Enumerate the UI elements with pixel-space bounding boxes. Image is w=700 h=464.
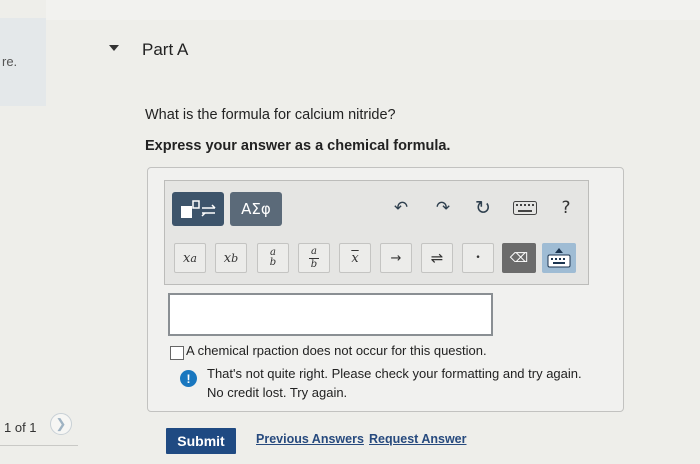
submit-button[interactable]: Submit — [166, 428, 236, 454]
feedback-subtext: No credit lost. Try again. — [207, 385, 348, 400]
no-reaction-checkbox[interactable] — [170, 346, 184, 360]
inline-fraction-denominator: b — [310, 258, 318, 270]
subscript-button[interactable]: xb — [215, 243, 247, 273]
subscript-index: b — [231, 251, 239, 265]
virtual-keyboard-button[interactable] — [542, 243, 576, 273]
part-title[interactable]: Part A — [142, 40, 188, 60]
help-button[interactable]: ? — [556, 196, 576, 220]
keyboard-shortcuts-button[interactable] — [512, 200, 538, 216]
superscript-base: x — [183, 250, 191, 266]
subscript-base: x — [223, 250, 232, 266]
greek-symbols-button[interactable]: ΑΣφ — [230, 192, 282, 226]
redo-icon[interactable]: ↷ — [432, 196, 454, 220]
keyboard-toggle-icon — [547, 248, 571, 268]
chevron-right-icon: ❯ — [55, 416, 67, 431]
fraction-button[interactable]: a b — [257, 243, 289, 273]
previous-answers-link[interactable]: Previous Answers — [256, 432, 364, 446]
reset-icon[interactable]: ↻ — [472, 196, 494, 220]
templates-icon — [181, 200, 216, 218]
request-answer-link[interactable]: Request Answer — [369, 432, 466, 446]
inline-fraction-numerator: a — [311, 245, 317, 257]
top-strip — [46, 0, 700, 20]
inline-fraction-button[interactable]: a b — [298, 243, 330, 273]
no-reaction-label: A chemical rpaction does not occur for t… — [186, 343, 487, 358]
superscript-button[interactable]: xa — [174, 243, 206, 273]
feedback-message: That's not quite right. Please check you… — [207, 366, 582, 381]
question-text: What is the formula for calcium nitride? — [145, 107, 396, 123]
overline-symbol: x — [351, 250, 359, 266]
reaction-arrow-button[interactable]: → — [380, 243, 412, 273]
delete-button[interactable]: ⌫ — [502, 243, 536, 273]
equilibrium-arrow-button[interactable]: ⇌ — [421, 243, 453, 273]
templates-button[interactable] — [172, 192, 224, 226]
keyboard-icon — [513, 201, 537, 215]
dot-button[interactable]: • — [462, 243, 494, 273]
undo-icon[interactable]: ↶ — [390, 196, 412, 220]
fraction-denominator: b — [269, 257, 277, 268]
alert-icon: ! — [180, 370, 197, 387]
collapse-caret-icon[interactable] — [109, 45, 119, 51]
answer-input[interactable] — [168, 293, 493, 336]
page-counter: 1 of 1 — [4, 420, 37, 435]
divider — [0, 445, 78, 446]
next-page-button[interactable]: ❯ — [50, 413, 72, 435]
left-text-snippet: re. — [2, 54, 18, 69]
delete-icon: ⌫ — [509, 250, 529, 266]
superscript-exponent: a — [190, 251, 197, 265]
overline-button[interactable]: x — [339, 243, 371, 273]
instruction-text: Express your answer as a chemical formul… — [145, 138, 451, 154]
